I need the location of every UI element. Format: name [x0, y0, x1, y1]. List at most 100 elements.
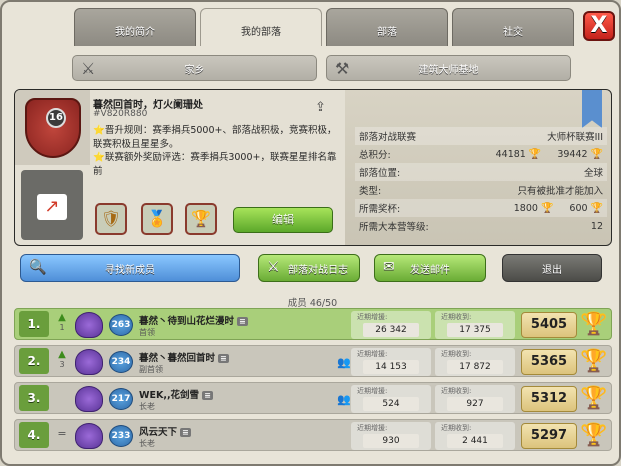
member-rank: 3.: [19, 385, 49, 411]
crossed-swords-icon: ⚔: [267, 259, 280, 275]
clan-description-line: ⭐晋升规则：赛季捐兵5000+、部落战积极，竞赛积极，联赛积极且星星多。: [93, 125, 337, 150]
edit-clan-button[interactable]: 编辑: [233, 207, 333, 233]
league-badge-icon: [75, 423, 103, 449]
rank-change: 1: [59, 323, 65, 332]
rank-trend: ▲ 1: [55, 313, 69, 333]
info-row-location: 部落位置: 全球: [355, 163, 607, 181]
required-home-trophies: 1800: [513, 202, 538, 214]
info-value: 12: [590, 220, 603, 232]
member-name: 暮然丶待到山花烂漫时 ≡: [139, 313, 248, 327]
donations-received-label: 近期收到:: [441, 313, 472, 321]
clan-info-table: 部落对战联赛 大师杯联赛III 总积分: 44181 🏆 39442 🏆 部落位…: [355, 127, 607, 235]
league-medal-icon[interactable]: 🏅: [141, 203, 173, 235]
rank-change: 3: [59, 360, 65, 369]
arrow-up-icon: ▲: [58, 349, 66, 360]
member-row[interactable]: 1. ▲ 1 263 暮然丶待到山花烂漫时 ≡ 首领 近期增援: 26 342 近期…: [14, 308, 612, 340]
member-row[interactable]: 4. = 233 风云天下 ≡ 长老 近期增援: 930 近期收到: 2 441 …: [14, 419, 612, 451]
donations-given: 近期增援: 524: [351, 385, 431, 413]
clan-summary: 16 ↗ 暮然回首时，灯火阑珊处 #V820R880 ⇪ ⭐晋升规则：赛季捐兵5…: [15, 90, 345, 245]
info-row-total-points: 总积分: 44181 🏆 39442 🏆: [355, 145, 607, 163]
subtab-builder-base[interactable]: ⚒ 建筑大师基地: [326, 55, 571, 81]
donations-given-label: 近期增援:: [357, 350, 388, 358]
tab-profile[interactable]: 我的简介: [74, 8, 196, 46]
clan-stats-button[interactable]: ↗: [21, 170, 83, 240]
clan-description-line: ⭐联赛额外奖励评选：赛季捐兵3000+，联赛星星排名靠前: [93, 152, 337, 177]
info-label: 总积分:: [359, 150, 391, 161]
info-row-townhall: 所需大本营等级: 12: [355, 217, 607, 235]
donations-received: 近期收到: 17 872: [435, 348, 515, 376]
rank-trend: ▲ 3: [55, 350, 69, 370]
tab-my-clan[interactable]: 我的部落: [200, 8, 322, 46]
war-log-label: 部落对战日志: [288, 264, 348, 276]
required-builder-trophies: 600: [569, 202, 588, 214]
donations-given: 近期增援: 930: [351, 422, 431, 450]
magnifier-icon: 🔍: [29, 259, 47, 275]
donations-given: 近期增援: 26 342: [351, 311, 431, 339]
trophy-medal-icon[interactable]: 🏆: [185, 203, 217, 235]
chat-icon: ≡: [180, 428, 191, 437]
member-rank: 2.: [19, 348, 49, 374]
player-level: 217: [109, 388, 133, 410]
arrow-up-icon: ▲: [58, 312, 66, 323]
member-rank: 4.: [19, 422, 49, 448]
info-value: 只有被批准才能加入: [517, 186, 603, 197]
home-points: 44181: [495, 148, 526, 160]
tab-social[interactable]: 社交: [452, 8, 574, 46]
send-mail-button[interactable]: ✉ 发送邮件: [374, 254, 486, 282]
donations-received-value: 2 441: [447, 434, 503, 448]
donations-given-label: 近期增援:: [357, 313, 388, 321]
member-role: 长老: [139, 439, 155, 448]
chat-icon: ≡: [202, 391, 213, 400]
member-row[interactable]: 3. 217 WEK,,花剑雪 ≡ 长老 👥 近期增援: 524 近期收到: 92…: [14, 382, 612, 414]
info-row-type: 类型: 只有被批准才能加入: [355, 181, 607, 199]
member-trophies: 5312: [521, 386, 577, 412]
info-label: 类型:: [359, 186, 382, 197]
subtab-home-label: 家乡: [184, 64, 205, 76]
friend-icon: 👥: [337, 356, 351, 369]
donations-received-label: 近期收到:: [441, 350, 472, 358]
subtab-home-village[interactable]: ⚔ 家乡: [72, 55, 317, 81]
player-level: 234: [109, 351, 133, 373]
member-name-text: 暮然丶暮然回首时: [139, 353, 216, 364]
member-role: 副首领: [139, 365, 163, 374]
trophy-icon: 🏆: [590, 202, 603, 214]
info-label: 所需大本营等级:: [359, 222, 429, 233]
member-trophies: 5365: [521, 349, 577, 375]
donations-received: 近期收到: 17 375: [435, 311, 515, 339]
member-trophies: 5405: [521, 312, 577, 338]
tab-clans[interactable]: 部落: [326, 8, 448, 46]
info-label: 部落对战联赛: [359, 132, 417, 143]
league-badge-icon: [75, 349, 103, 375]
info-label: 所需奖杯:: [359, 204, 401, 215]
donations-given-label: 近期增援:: [357, 424, 388, 432]
info-row-required-trophies: 所需奖杯: 1800 🏆 600 🏆: [355, 199, 607, 217]
axes-icon: ⚒: [335, 59, 350, 78]
member-name: WEK,,花剑雪 ≡: [139, 387, 213, 401]
share-icon[interactable]: ⇪: [315, 100, 331, 116]
member-row[interactable]: 2. ▲ 3 234 暮然丶暮然回首时 ≡ 副首领 👥 近期增援: 14 153 近…: [14, 345, 612, 377]
trophy-icon: 🏆: [580, 312, 608, 337]
main-tabs: 我的简介 我的部落 部落 社交: [74, 8, 574, 46]
leave-clan-button[interactable]: 退出: [502, 254, 602, 282]
player-level: 233: [109, 425, 133, 447]
member-role: 首领: [139, 328, 155, 337]
player-level: 263: [109, 314, 133, 336]
war-shield-icon[interactable]: 🛡: [95, 203, 127, 235]
subtab-builder-label: 建筑大师基地: [418, 64, 479, 76]
info-value: 大师杯联赛III: [547, 132, 603, 143]
league-badge-icon: [75, 312, 103, 338]
member-name: 风云天下 ≡: [139, 424, 191, 438]
trophy-icon: 🏆: [580, 349, 608, 374]
friend-icon: 👥: [337, 393, 351, 406]
info-value: 44181 🏆 39442 🏆: [496, 149, 603, 160]
find-members-button[interactable]: 🔍 寻找新成员: [20, 254, 240, 282]
trophy-icon: 🏆: [580, 386, 608, 411]
clan-info-panel: 16 ↗ 暮然回首时，灯火阑珊处 #V820R880 ⇪ ⭐晋升规则：赛季捐兵5…: [14, 89, 612, 246]
clan-badge-box: 16: [15, 90, 90, 165]
rank-unchanged: =: [57, 427, 67, 440]
donations-received-value: 17 375: [447, 323, 503, 337]
war-log-button[interactable]: ⚔ 部落对战日志: [258, 254, 360, 282]
sword-icon: ⚔: [81, 59, 96, 78]
close-button[interactable]: X: [583, 11, 615, 41]
chart-icon: ↗: [37, 194, 67, 220]
